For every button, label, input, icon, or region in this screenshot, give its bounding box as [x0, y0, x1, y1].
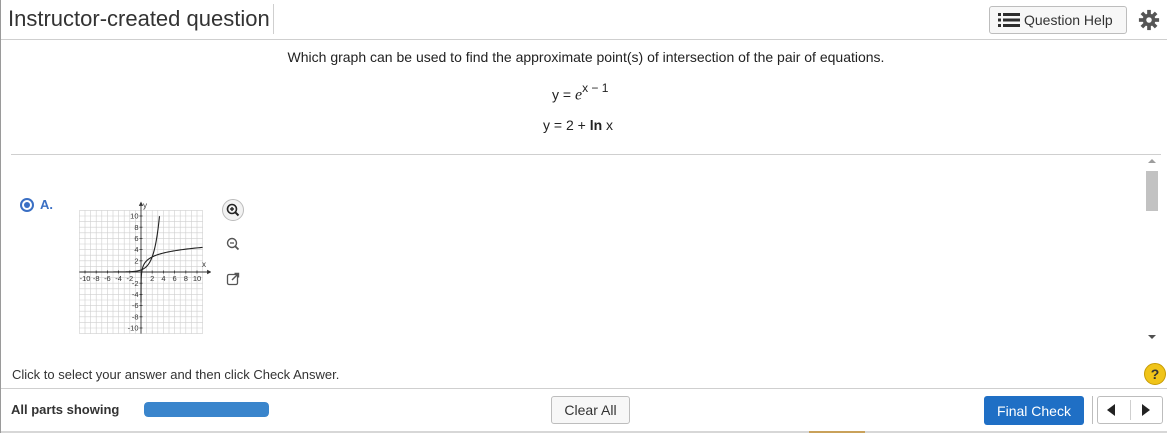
footer-divider [1, 388, 1167, 389]
progress-bar [144, 402, 269, 417]
y-tick-label: 2 [134, 256, 138, 265]
x-axis-arrow [207, 269, 211, 275]
equation-1: y = ex − 1 [552, 81, 609, 105]
gear-icon[interactable] [1138, 9, 1160, 31]
y-tick-label: -4 [132, 290, 139, 299]
x-tick-label: -10 [80, 274, 91, 283]
question-help-label: Question Help [1024, 12, 1113, 28]
equation-2: y = 2 + ln x [543, 117, 613, 133]
parts-label: All parts showing [11, 402, 120, 417]
choice-a-radio[interactable] [20, 197, 34, 212]
x-tick-label: -6 [104, 274, 111, 283]
page-title: Instructor-created question [8, 6, 270, 31]
title-divider [273, 4, 274, 34]
scroll-up-arrow-icon[interactable] [1148, 159, 1156, 163]
section-divider [11, 154, 1161, 155]
x-tick-label: 10 [193, 274, 201, 283]
y-tick-label: 10 [130, 212, 138, 221]
y-tick-label: 6 [134, 234, 138, 243]
y-tick-label: -6 [132, 301, 139, 310]
graph-y-label: y [143, 201, 147, 210]
x-tick-label: 4 [161, 274, 165, 283]
x-tick-label: 2 [150, 274, 154, 283]
zoom-out-icon [226, 237, 240, 251]
y-tick-label: -2 [132, 279, 139, 288]
equation-1-lhs: y = [552, 86, 572, 103]
x-tick-label: -4 [115, 274, 122, 283]
question-prompt: Which graph can be used to find the appr… [287, 49, 885, 65]
triangle-left-icon[interactable] [1107, 404, 1115, 416]
choice-a[interactable]: A. [20, 197, 53, 212]
equation-1-exponent: x − 1 [582, 81, 609, 95]
equation-2-lhs: y = 2 + [543, 117, 586, 133]
clear-all-button[interactable]: Clear All [551, 396, 630, 424]
nav-separator [1130, 400, 1131, 420]
zoom-in-button[interactable] [222, 199, 244, 221]
final-check-button[interactable]: Final Check [984, 396, 1084, 425]
equation-1-base: e [574, 86, 583, 104]
scroll-down-arrow-icon[interactable] [1148, 335, 1156, 339]
help-icon[interactable]: ? [1144, 363, 1166, 385]
nav-divider [1092, 396, 1093, 424]
x-tick-label: -8 [93, 274, 100, 283]
popout-button[interactable] [222, 268, 244, 290]
y-tick-label: 4 [134, 245, 138, 254]
app-frame: Instructor-created question Question Hel… [0, 0, 1167, 433]
graph-x-label: x [202, 260, 206, 269]
x-tick-label: 6 [173, 274, 177, 283]
question-help-button[interactable]: Question Help [989, 6, 1127, 34]
equation-2-arg: x [606, 117, 614, 133]
x-tick-label: 8 [184, 274, 188, 283]
choice-a-graph[interactable]: -10 -8 -6 -4 -2 2 4 6 8 10108642-2-4-6-8-10 x y [71, 198, 211, 343]
zoom-in-icon [222, 199, 244, 221]
y-tick-label: -10 [128, 324, 139, 333]
scrollbar-thumb[interactable] [1146, 171, 1158, 211]
choice-a-label: A. [40, 197, 53, 212]
y-tick-label: 8 [134, 223, 138, 232]
list-icon [998, 13, 1020, 27]
instruction-text: Click to select your answer and then cli… [12, 367, 340, 382]
external-link-icon [226, 272, 240, 286]
progress-bar-fill [144, 402, 269, 417]
equation-2-fn: ln [589, 117, 603, 133]
y-tick-label: -8 [132, 312, 139, 321]
header-bar: Instructor-created question Question Hel… [1, 0, 1167, 40]
triangle-right-icon[interactable] [1142, 404, 1150, 416]
zoom-out-button[interactable] [222, 233, 244, 255]
